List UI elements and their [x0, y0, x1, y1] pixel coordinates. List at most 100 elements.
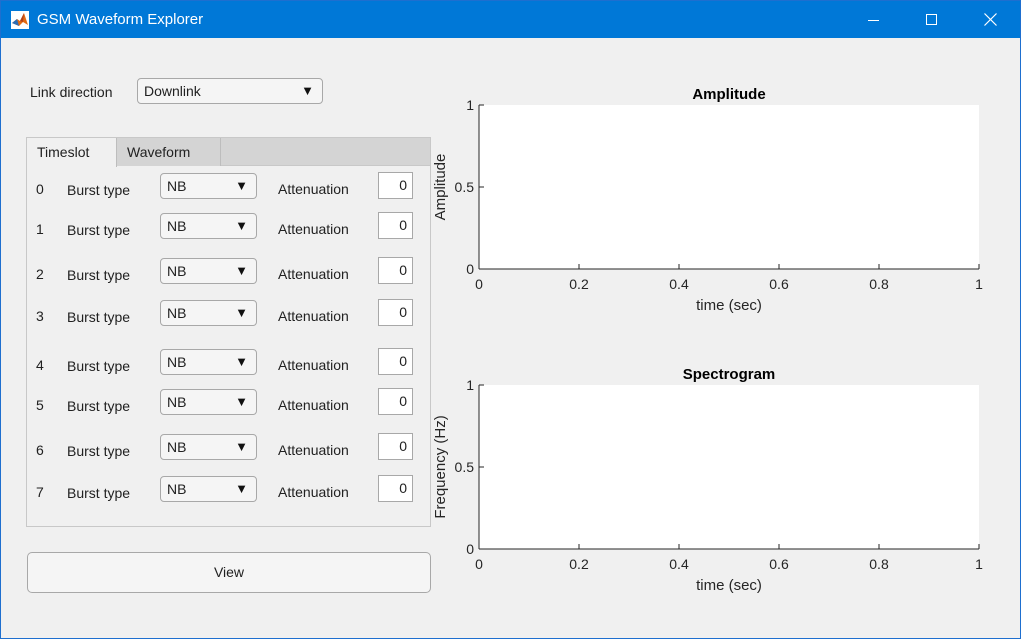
- chart-title: Amplitude: [692, 86, 765, 103]
- attenuation-label: Attenuation: [278, 308, 349, 324]
- attenuation-field-0[interactable]: 0: [378, 172, 413, 199]
- plot-area: [479, 385, 979, 549]
- minimize-icon: [868, 19, 879, 21]
- x-tick-label: 0.6: [769, 556, 789, 572]
- chevron-down-icon: ▼: [235, 354, 248, 369]
- y-tick-label: 1: [466, 377, 474, 393]
- close-icon: [983, 13, 997, 26]
- view-button[interactable]: View: [27, 552, 431, 593]
- attenuation-field-7[interactable]: 0: [378, 475, 413, 502]
- link-direction-dropdown[interactable]: Downlink ▼: [137, 78, 323, 104]
- burst-type-label: Burst type: [67, 485, 131, 501]
- timeslot-index: 3: [36, 308, 44, 324]
- window-title: GSM Waveform Explorer: [37, 11, 204, 28]
- title-bar[interactable]: GSM Waveform Explorer: [1, 1, 1020, 38]
- attenuation-label: Attenuation: [278, 266, 349, 282]
- chevron-down-icon: ▼: [235, 439, 248, 454]
- burst-type-label: Burst type: [67, 443, 131, 459]
- matlab-icon: [11, 11, 29, 29]
- timeslot-index: 1: [36, 221, 44, 237]
- timeslot-index: 5: [36, 397, 44, 413]
- x-tick-label: 1: [975, 276, 983, 292]
- x-axis-label: time (sec): [696, 297, 762, 314]
- minimize-button[interactable]: [845, 1, 903, 38]
- burst-type-value: NB: [167, 354, 187, 370]
- burst-type-dropdown-4[interactable]: NB ▼: [160, 349, 257, 375]
- link-direction-label: Link direction: [30, 84, 113, 100]
- tab-timeslot[interactable]: Timeslot: [27, 138, 117, 167]
- chevron-down-icon: ▼: [235, 305, 248, 320]
- attenuation-field-6[interactable]: 0: [378, 433, 413, 460]
- close-button[interactable]: [961, 1, 1019, 38]
- settings-tab-group: Timeslot Waveform 0 Burst type NB ▼ Attenuat…: [26, 137, 431, 527]
- chevron-down-icon: ▼: [301, 83, 314, 98]
- burst-type-label: Burst type: [67, 309, 131, 325]
- burst-type-label: Burst type: [67, 222, 131, 238]
- burst-type-dropdown-0[interactable]: NB ▼: [160, 173, 257, 199]
- y-tick-label: 0: [466, 261, 474, 277]
- burst-type-dropdown-5[interactable]: NB ▼: [160, 389, 257, 415]
- burst-type-label: Burst type: [67, 267, 131, 283]
- burst-type-label: Burst type: [67, 358, 131, 374]
- attenuation-label: Attenuation: [278, 181, 349, 197]
- chart-title: Spectrogram: [683, 366, 776, 383]
- chevron-down-icon: ▼: [235, 178, 248, 193]
- burst-type-value: NB: [167, 481, 187, 497]
- x-tick-label: 0.8: [869, 276, 889, 292]
- attenuation-field-3[interactable]: 0: [378, 299, 413, 326]
- x-tick-label: 0: [475, 276, 483, 292]
- burst-type-dropdown-3[interactable]: NB ▼: [160, 300, 257, 326]
- attenuation-field-2[interactable]: 0: [378, 257, 413, 284]
- burst-type-value: NB: [167, 394, 187, 410]
- x-tick-label: 0.2: [569, 556, 589, 572]
- attenuation-label: Attenuation: [278, 484, 349, 500]
- x-tick-label: 0.4: [669, 276, 689, 292]
- plot-area: [479, 105, 979, 269]
- burst-type-value: NB: [167, 439, 187, 455]
- burst-type-dropdown-7[interactable]: NB ▼: [160, 476, 257, 502]
- burst-type-dropdown-6[interactable]: NB ▼: [160, 434, 257, 460]
- x-tick-label: 0.6: [769, 276, 789, 292]
- y-tick-label: 0: [466, 541, 474, 557]
- x-axis-label: time (sec): [696, 577, 762, 594]
- amplitude-chart: 0 0.2 0.4 0.6 0.8 1 0 0.5 1 Amplitude time (sec) Am…: [432, 86, 983, 314]
- attenuation-field-5[interactable]: 0: [378, 388, 413, 415]
- tab-waveform[interactable]: Waveform: [117, 138, 221, 166]
- burst-type-dropdown-1[interactable]: NB ▼: [160, 213, 257, 239]
- x-tick-label: 0.2: [569, 276, 589, 292]
- attenuation-label: Attenuation: [278, 221, 349, 237]
- burst-type-dropdown-2[interactable]: NB ▼: [160, 258, 257, 284]
- burst-type-value: NB: [167, 218, 187, 234]
- burst-type-value: NB: [167, 305, 187, 321]
- y-axis-label: Frequency (Hz): [432, 415, 449, 518]
- y-tick-label: 0.5: [455, 179, 475, 195]
- burst-type-label: Burst type: [67, 398, 131, 414]
- burst-type-value: NB: [167, 178, 187, 194]
- chevron-down-icon: ▼: [235, 394, 248, 409]
- chevron-down-icon: ▼: [235, 481, 248, 496]
- timeslot-index: 2: [36, 266, 44, 282]
- link-direction-value: Downlink: [144, 83, 201, 99]
- x-tick-label: 0: [475, 556, 483, 572]
- y-axis-label: Amplitude: [432, 154, 449, 221]
- chevron-down-icon: ▼: [235, 263, 248, 278]
- x-tick-label: 0.8: [869, 556, 889, 572]
- maximize-button[interactable]: [903, 1, 961, 38]
- attenuation-field-1[interactable]: 0: [378, 212, 413, 239]
- attenuation-label: Attenuation: [278, 397, 349, 413]
- maximize-icon: [926, 13, 937, 25]
- timeslot-index: 4: [36, 357, 44, 373]
- app-window: GSM Waveform Explorer Link direction Dow…: [0, 0, 1021, 639]
- spectrogram-chart: 0 0.2 0.4 0.6 0.8 1 0 0.5 1 Spectrogram time (sec)…: [432, 366, 983, 594]
- y-tick-label: 1: [466, 97, 474, 113]
- x-tick-label: 0.4: [669, 556, 689, 572]
- app-content: Link direction Downlink ▼ Timeslot Wavef…: [1, 38, 1020, 638]
- timeslot-index: 0: [36, 181, 44, 197]
- timeslot-index: 6: [36, 442, 44, 458]
- attenuation-field-4[interactable]: 0: [378, 348, 413, 375]
- attenuation-label: Attenuation: [278, 442, 349, 458]
- timeslot-index: 7: [36, 484, 44, 500]
- attenuation-label: Attenuation: [278, 357, 349, 373]
- y-tick-label: 0.5: [455, 459, 475, 475]
- x-tick-label: 1: [975, 556, 983, 572]
